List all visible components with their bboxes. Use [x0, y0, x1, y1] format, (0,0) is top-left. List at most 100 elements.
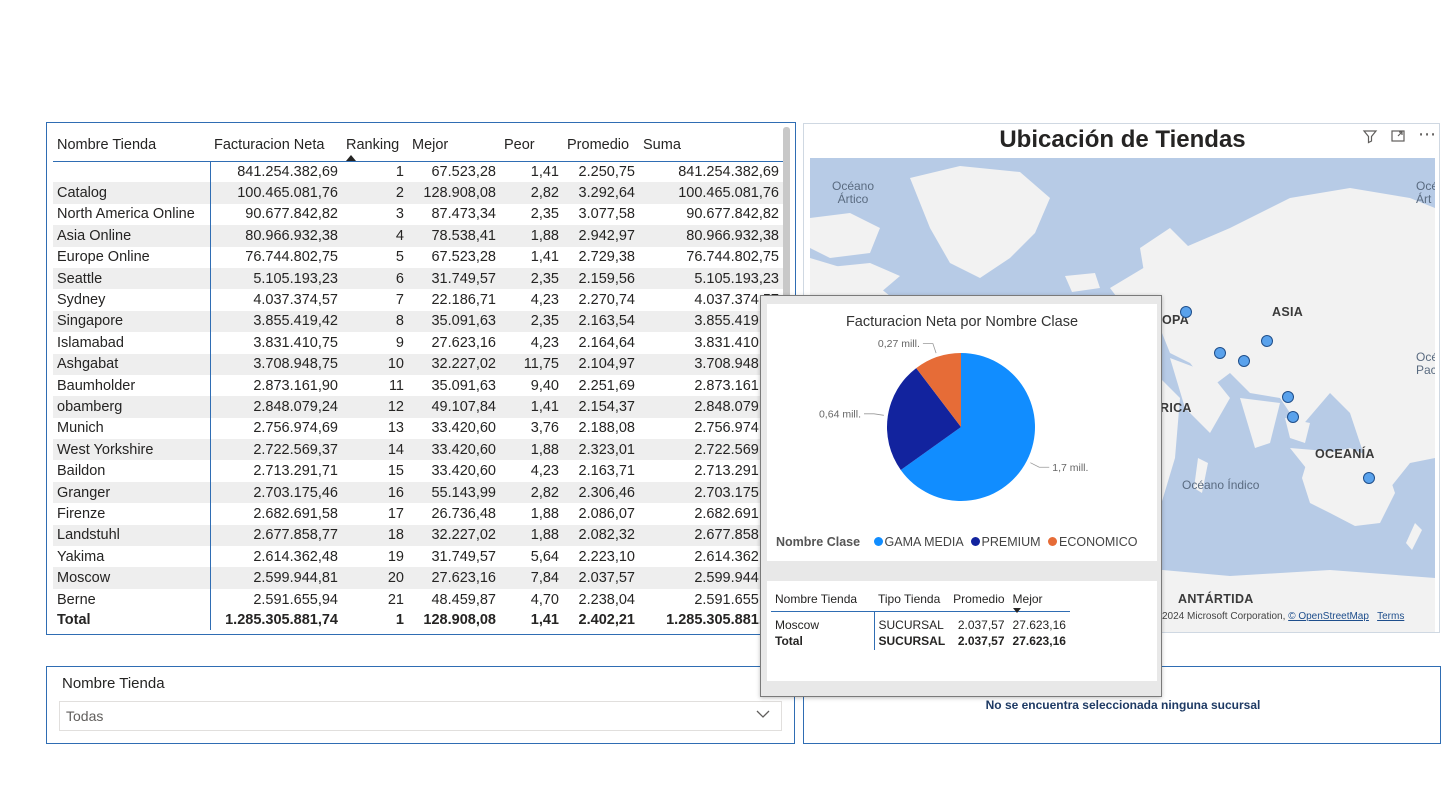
cell-facturacion-neta: 90.677.842,82 — [245, 206, 338, 223]
cell-ranking: 17 — [387, 505, 404, 522]
table-row[interactable]: North America Online 90.677.842,82 3 87.473… — [53, 203, 783, 226]
slicer-dropdown[interactable]: Todas — [59, 701, 782, 731]
cell-facturacion-neta: 3.708.948,75 — [210, 353, 342, 375]
terms-link[interactable]: Terms — [1377, 611, 1404, 622]
cell-facturacion-neta: 5.105.193,23 — [210, 267, 342, 290]
store-location-pin[interactable] — [1363, 472, 1375, 484]
cell-peor: 9,40 — [530, 377, 559, 394]
cell-nombre-tienda — [53, 161, 211, 183]
cell-ranking: 1 — [395, 612, 404, 629]
table-row[interactable]: Munich 2.756.974,69 13 33.420,60 3,76 2.188,0… — [53, 417, 783, 440]
table-row[interactable]: Singapore 3.855.419,42 8 35.091,63 2,35 2.163… — [53, 310, 783, 333]
cell-facturacion-neta: 841.254.382,69 — [237, 163, 338, 180]
column-header-peor[interactable]: Peor — [500, 129, 563, 162]
legend-item-gama-media[interactable]: GAMA MEDIA — [870, 535, 963, 549]
more-options-icon[interactable]: ⋯ — [1418, 124, 1436, 145]
cell-nombre-tienda: Europe Online — [53, 246, 211, 268]
table-row[interactable]: Firenze 2.682.691,58 17 26.736,48 1,88 2.086,… — [53, 503, 783, 525]
store-ranking-table: Nombre Tienda Facturacion Neta Ranking M… — [53, 129, 783, 631]
legend-item-economico[interactable]: ECONOMICO — [1044, 535, 1138, 549]
cell-mejor: 78.538,41 — [408, 225, 500, 247]
table-row[interactable]: Moscow SUCURSAL 2.037,57 27.623,16 — [771, 611, 1070, 632]
column-header-facturacion-neta[interactable]: Facturacion Neta — [210, 129, 342, 162]
table-total-row: Total SUCURSAL 2.037,57 27.623,16 — [771, 631, 1070, 650]
column-header-tipo-tienda[interactable]: Tipo Tienda — [874, 587, 950, 612]
table-header-row: Nombre Tienda Tipo Tienda Promedio Mejor — [771, 587, 1070, 613]
store-location-pin[interactable] — [1214, 347, 1226, 359]
column-header-suma[interactable]: Suma — [639, 129, 783, 162]
filter-icon[interactable] — [1362, 128, 1378, 147]
cell-ranking: 8 — [342, 310, 408, 333]
column-header-mejor[interactable]: Mejor — [1008, 587, 1070, 613]
table-row[interactable]: Baumholder 2.873.161,90 11 35.091,63 9,40 2.2… — [53, 374, 783, 397]
map-label-antarctica: ANTÁRTIDA — [1178, 592, 1254, 606]
table-row[interactable]: obamberg 2.848.079,24 12 49.107,84 1,41 2.154… — [53, 396, 783, 418]
cell-ranking: 21 — [387, 591, 404, 608]
store-slicer: Nombre Tienda Todas — [46, 666, 795, 744]
store-location-pin[interactable] — [1287, 411, 1299, 423]
legend-marker — [1048, 537, 1058, 546]
table-row[interactable]: Ashgabat 3.708.948,75 10 32.227,02 11,75 2.10… — [53, 353, 783, 375]
column-header-nombre-tienda[interactable]: Nombre Tienda — [771, 587, 874, 612]
cell-promedio: 2.163,71 — [578, 463, 635, 480]
cell-peor: 4,23 — [530, 463, 559, 480]
cell-promedio: 2.270,74 — [578, 292, 635, 309]
cell-facturacion-neta: 76.744.802,75 — [245, 249, 338, 266]
pie-chart-visual: Facturacion Neta por Nombre Clase 1,7 mi… — [767, 304, 1157, 561]
table-row[interactable]: Catalog 100.465.081,76 2 128.908,08 2,82 3.29… — [53, 182, 783, 204]
cell-mejor: 48.459,87 — [431, 591, 496, 608]
table-row[interactable]: 841.254.382,69 1 67.523,28 1,41 2.250,75 841.… — [53, 161, 783, 183]
cell-nombre-tienda: Sydney — [53, 289, 211, 311]
cell-nombre-tienda: Total — [53, 610, 211, 631]
pie-data-label-premium: 0,64 mill. — [819, 408, 861, 420]
column-header-promedio[interactable]: Promedio — [949, 587, 1009, 612]
cell-tipo-tienda: SUCURSAL — [878, 617, 944, 632]
table-row[interactable]: Sydney 4.037.374,57 7 22.186,71 4,23 2.270,74… — [53, 289, 783, 311]
store-location-pin[interactable] — [1238, 355, 1250, 367]
column-header-mejor[interactable]: Mejor — [408, 129, 500, 162]
table-row[interactable]: Landstuhl 2.677.858,77 18 32.227,02 1,88 2.08… — [53, 524, 783, 547]
cell-mejor: 27.623,16 — [431, 334, 496, 351]
openstreetmap-link[interactable]: © OpenStreetMap — [1288, 611, 1369, 622]
store-ranking-table-visual[interactable]: Nombre Tienda Facturacion Neta Ranking M… — [46, 122, 796, 635]
table-row[interactable]: Moscow 2.599.944,81 20 27.623,16 7,84 2.037,5… — [53, 567, 783, 589]
table-row[interactable]: Islamabad 3.831.410,75 9 27.623,16 4,23 2.164… — [53, 332, 783, 354]
cell-peor: 11,75 — [500, 353, 563, 375]
column-header-ranking[interactable]: Ranking — [342, 129, 408, 162]
table-row[interactable]: Granger 2.703.175,46 16 55.143,99 2,82 2.306,… — [53, 481, 783, 504]
store-location-pin[interactable] — [1261, 335, 1273, 347]
column-header-nombre-tienda[interactable]: Nombre Tienda — [53, 129, 210, 162]
cell-facturacion-neta: 2.677.858,77 — [210, 524, 342, 547]
column-header-promedio[interactable]: Promedio — [563, 129, 639, 162]
store-location-pin[interactable] — [1180, 306, 1192, 318]
cell-promedio: 2.159,56 — [563, 267, 639, 290]
cell-facturacion-neta: 2.591.655,94 — [253, 591, 338, 608]
cell-mejor: 22.186,71 — [431, 292, 496, 309]
table-row[interactable]: Yakima 2.614.362,48 19 31.749,57 5,64 2.223,1… — [53, 546, 783, 568]
table-row[interactable]: Baildon 2.713.291,71 15 33.420,60 4,23 2.163,… — [53, 460, 783, 482]
cell-nombre-tienda: Baildon — [53, 460, 211, 482]
cell-promedio: 2.104,97 — [563, 353, 639, 375]
cell-total-label: Total — [771, 631, 875, 650]
cell-mejor: 27.623,16 — [1012, 617, 1066, 632]
focus-mode-icon[interactable] — [1390, 128, 1406, 147]
cell-ranking: 7 — [395, 292, 404, 309]
cell-promedio: 2.154,37 — [563, 396, 639, 418]
table-row[interactable]: Seattle 5.105.193,23 6 31.749,57 2,35 2.159,5… — [53, 267, 783, 290]
table-row[interactable]: Asia Online 80.966.932,38 4 78.538,41 1,88 2.… — [53, 225, 783, 247]
cell-ranking: 16 — [342, 481, 408, 504]
cell-nombre-tienda: Seattle — [53, 267, 211, 290]
cell-mejor: 33.420,60 — [431, 463, 496, 480]
table-row[interactable]: Berne 2.591.655,94 21 48.459,87 4,70 2.238,04… — [53, 588, 783, 611]
cell-ranking: 1 — [395, 163, 404, 180]
table-row[interactable]: West Yorkshire 2.722.569,37 14 33.420,60 1,8… — [53, 439, 783, 461]
table-row[interactable]: Europe Online 76.744.802,75 5 67.523,28 1,41… — [53, 246, 783, 268]
cell-facturacion-neta: 2.722.569,37 — [210, 439, 342, 461]
store-location-pin[interactable] — [1282, 391, 1294, 403]
cell-promedio: 2.729,38 — [578, 249, 635, 266]
cell-ranking: 4 — [342, 225, 408, 247]
legend-item-premium[interactable]: PREMIUM — [967, 535, 1041, 549]
cell-facturacion-neta: 3.831.410,75 — [253, 334, 338, 351]
cell-mejor: 27.623,16 — [408, 567, 500, 589]
cell-ranking: 3 — [395, 206, 404, 223]
